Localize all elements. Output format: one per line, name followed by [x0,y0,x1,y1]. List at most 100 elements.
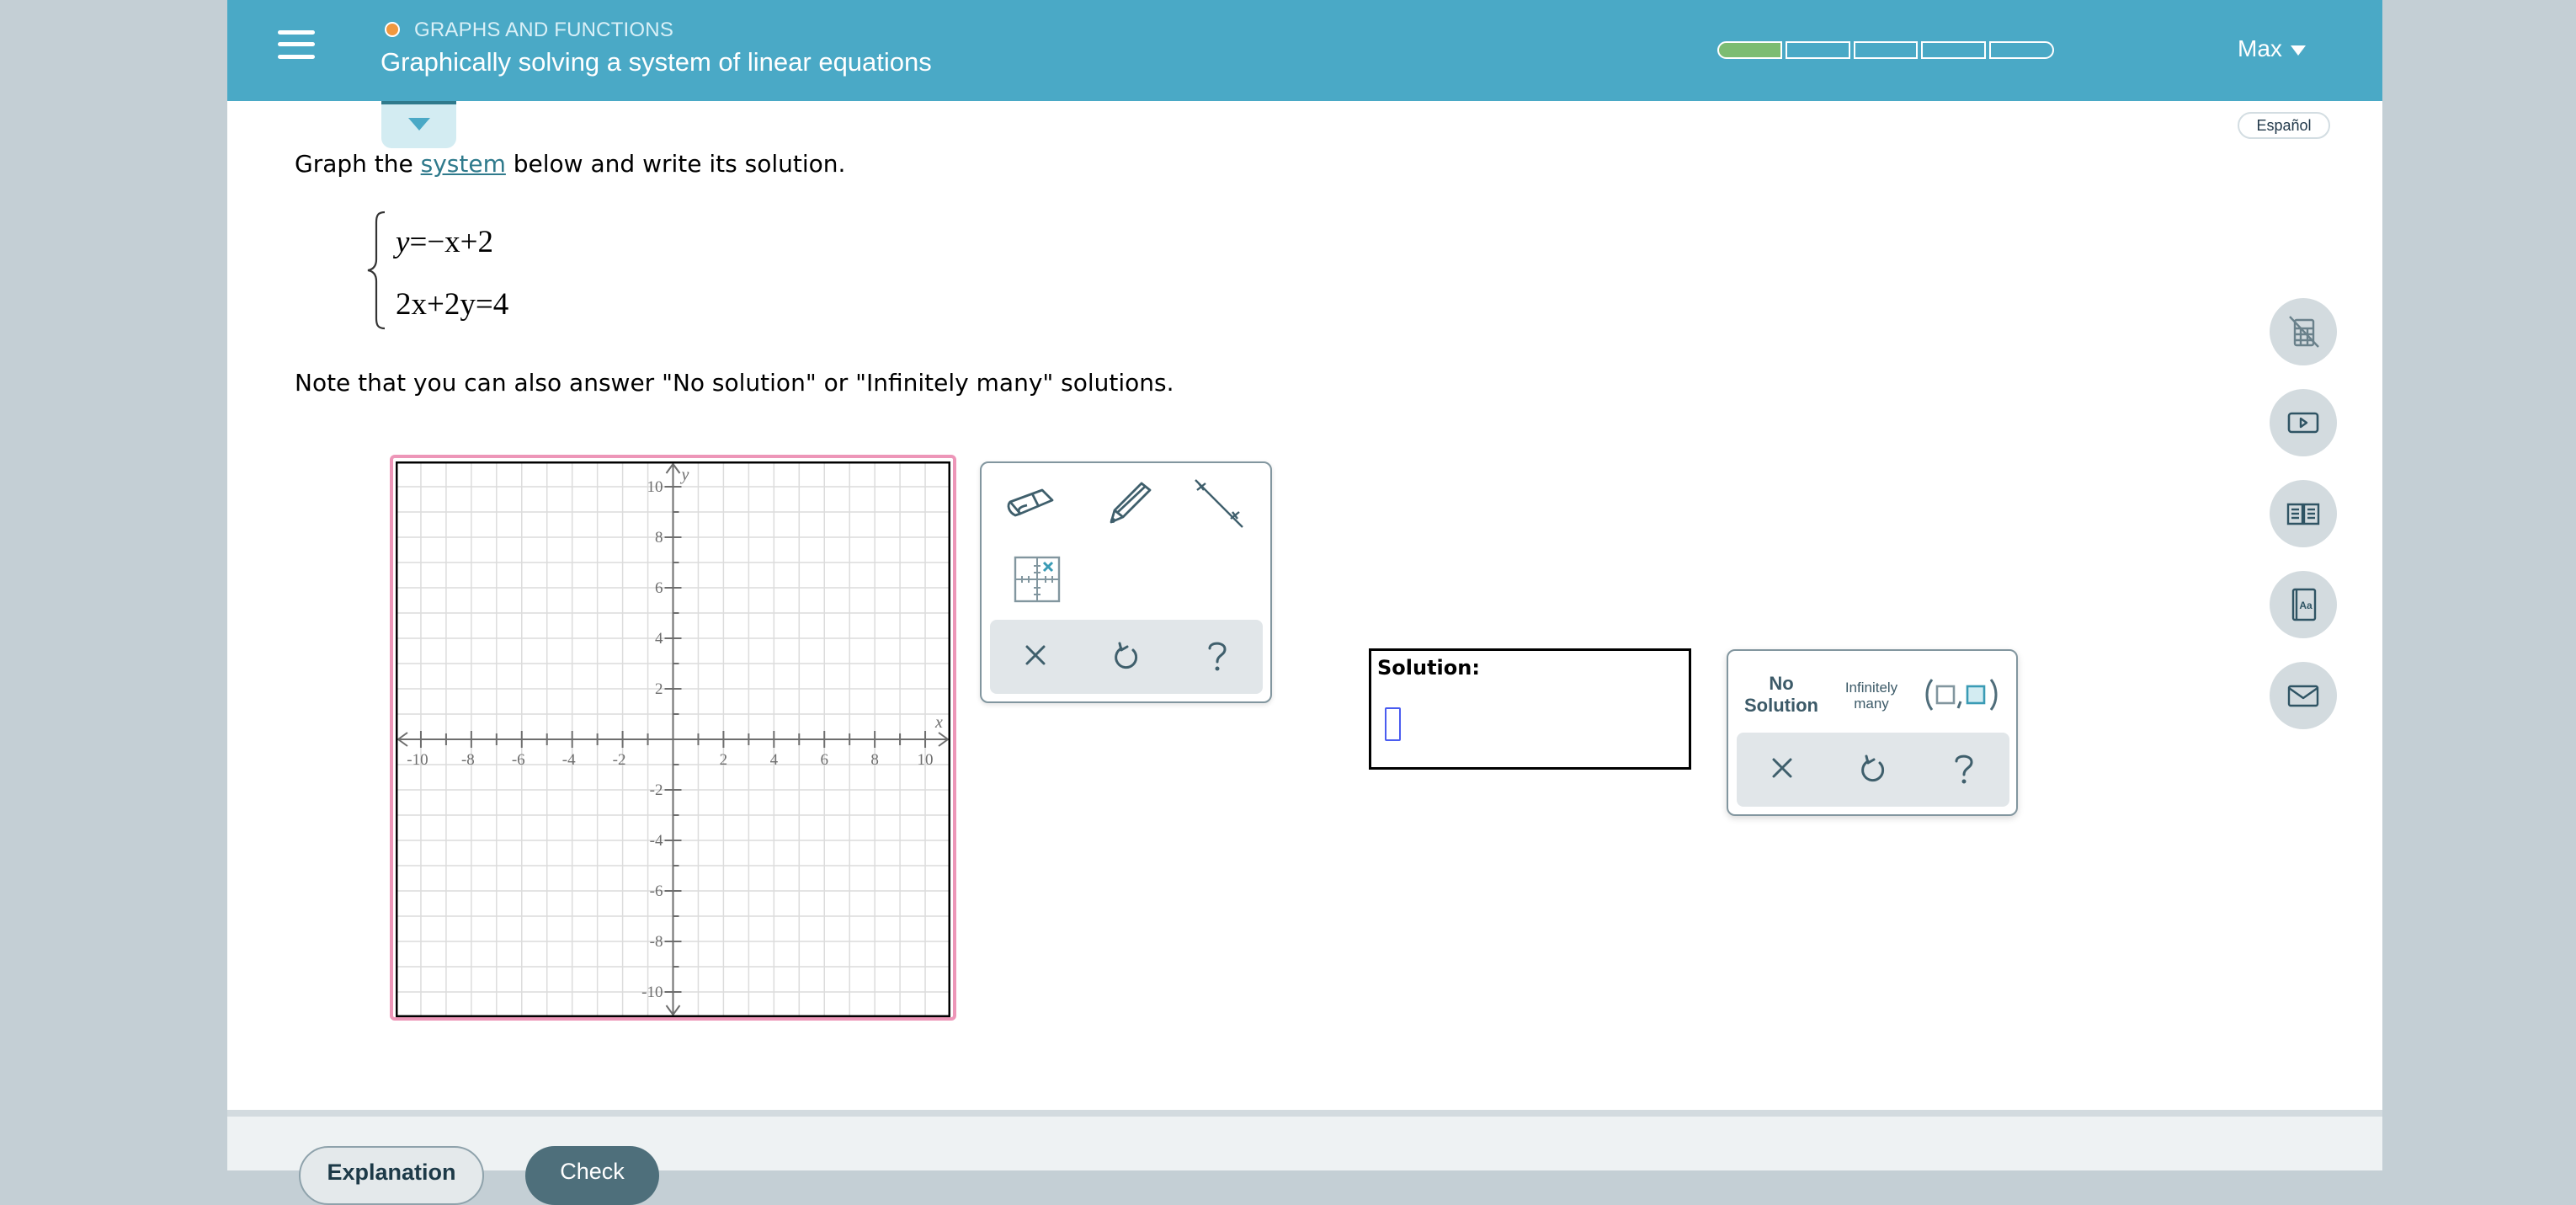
line-tool[interactable] [1192,478,1251,537]
calculator-off-icon [2289,316,2319,348]
system-brace [367,211,386,330]
undo-icon [1115,642,1138,669]
answer-actions-bar [1737,733,2009,807]
infinitely-many-button[interactable]: Infinitely many [1834,680,1908,712]
caret-down-icon [2290,45,2306,56]
main-card: GRAPHS AND FUNCTIONS Graphically solving… [227,0,2382,1205]
x-axis-label: x [934,713,943,732]
note-text: Note that you can also answer "No soluti… [295,369,1174,397]
no-solution-button[interactable]: No Solution [1735,673,1828,717]
point-tool[interactable] [1014,556,1072,615]
x-tick-label: 8 [870,751,879,769]
coordinate-grid[interactable]: -10 -8 -6 -4 -2 2 4 6 8 10 10 8 6 4 2 -2 -4 -6 -8 -10 x y [396,461,950,1017]
y-axis-label: y [680,466,689,484]
drawer-toggle[interactable] [381,101,456,148]
y-tick-label: 10 [647,478,663,496]
equation-1-rhs: −x+2 [427,225,494,259]
solution-box: Solution: [1369,648,1691,770]
y-tick-label: 2 [655,680,663,698]
x-tick-label: 10 [918,751,934,769]
undo-button[interactable] [1101,632,1152,682]
answer-help-button[interactable] [1939,744,1989,795]
answer-clear-button[interactable] [1757,744,1807,795]
infinitely-label-1: Infinitely [1844,680,1898,696]
chevron-down-icon [408,118,430,131]
equation-2-lhs: 2x+2y [396,287,476,322]
topic-status-dot [385,22,400,37]
solution-label: Solution: [1377,656,1480,680]
question-icon [1955,754,1973,784]
eraser-tool[interactable] [1003,480,1062,539]
envelope-icon [2287,685,2319,707]
pencil-icon [1110,482,1152,524]
prompt-text-end: below and write its solution. [505,150,846,178]
x-tick-label: -4 [562,751,576,769]
eraser-icon [1007,488,1054,517]
dictionary-button[interactable]: Aa [2270,571,2337,638]
x-tick-label: -10 [407,751,428,769]
y-tick-label: -4 [650,832,663,850]
help-button[interactable] [1192,632,1243,682]
x-tick-label: -8 [461,751,475,769]
progress-segment [1989,41,2054,59]
progress-segment [1921,41,1987,59]
message-button[interactable] [2270,662,2337,729]
x-tick-label: 4 [770,751,779,769]
page-title: Graphically solving a system of linear e… [381,47,932,77]
graph-actions-bar [990,620,1263,694]
language-button[interactable]: Español [2238,112,2330,139]
textbook-button[interactable] [2270,480,2337,547]
progress-bar [1717,41,2054,59]
x-icon [1025,645,1046,665]
explanation-button[interactable]: Explanation [299,1146,484,1205]
point-on-grid-icon [1014,556,1061,603]
video-play-icon [2287,412,2319,434]
svg-text:Aa: Aa [2299,600,2313,611]
question-prompt: Graph the system below and write its sol… [295,150,845,178]
video-button[interactable] [2270,389,2337,456]
x-icon [1772,758,1792,778]
pencil-tool[interactable] [1103,478,1162,537]
progress-segment [1717,41,1782,59]
line-tool-icon [1195,479,1243,528]
footer-bar: Explanation Check [227,1110,2382,1205]
no-solution-label-1: No [1769,673,1794,694]
solution-input[interactable] [1385,707,1401,741]
graph-tools-panel [980,461,1272,703]
y-tick-label: -2 [650,781,663,799]
equation-1: y=−x+2 [396,225,494,259]
hamburger-icon[interactable] [278,30,315,64]
undo-icon [1861,754,1885,782]
y-tick-label: -10 [641,984,663,1001]
topic-label: GRAPHS AND FUNCTIONS [414,19,674,41]
y-tick-label: 8 [655,529,663,547]
system-link[interactable]: system [421,150,506,178]
check-button[interactable]: Check [525,1146,659,1205]
user-menu[interactable]: Max [2238,35,2306,62]
equation-1-lhs: y [396,225,410,259]
graph-area[interactable]: -10 -8 -6 -4 -2 2 4 6 8 10 10 8 6 4 2 -2 -4 -6 -8 -10 x y [390,455,956,1021]
y-tick-label: 6 [655,579,663,597]
x-tick-label: 2 [720,751,728,769]
x-tick-label: -2 [613,751,626,769]
open-book-icon [2286,503,2320,525]
infinitely-label-2: many [1854,696,1889,712]
clear-button[interactable] [1010,632,1061,682]
ordered-pair-button[interactable] [1924,676,2004,713]
progress-segment [1785,41,1850,59]
y-tick-label: -8 [650,933,663,951]
calculator-button[interactable] [2270,298,2337,365]
user-name: Max [2238,35,2282,61]
equation-2: 2x+2y=4 [396,287,509,322]
ordered-pair-icon [1925,679,1998,711]
y-tick-label: -6 [650,882,663,900]
progress-segment [1853,41,1919,59]
answer-palette: No Solution Infinitely many [1727,649,2018,816]
x-tick-label: 6 [820,751,828,769]
answer-undo-button[interactable] [1848,744,1898,795]
prompt-text: Graph the [295,150,421,178]
header-bar: GRAPHS AND FUNCTIONS Graphically solving… [227,0,2382,101]
dictionary-icon: Aa [2291,588,2317,621]
equation-2-rhs: 4 [492,287,509,322]
question-icon [1208,642,1227,671]
